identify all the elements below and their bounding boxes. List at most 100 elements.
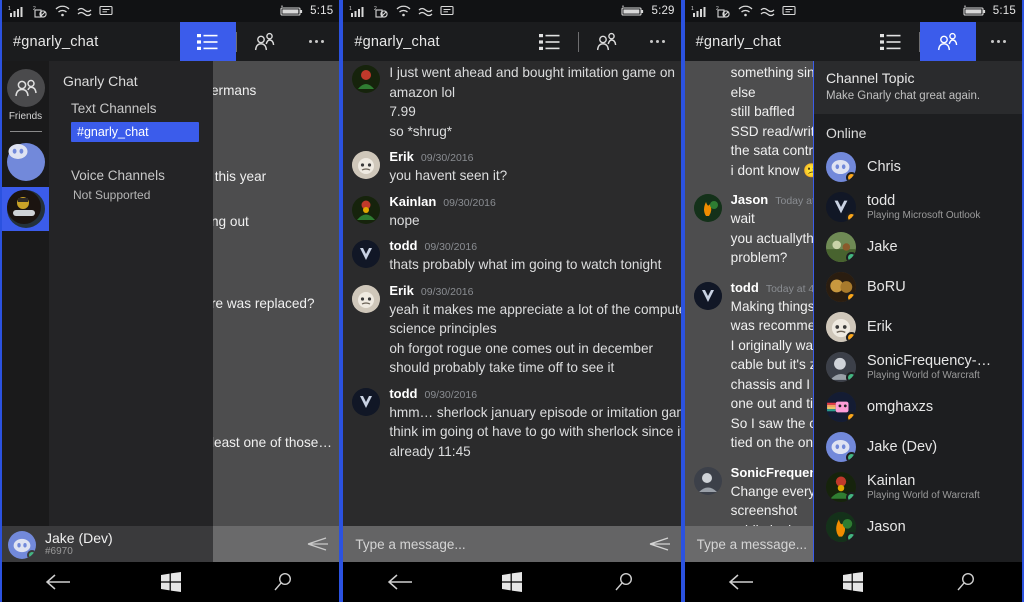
message-row: todd 09/30/2016 thats probably what im g…	[343, 232, 680, 277]
message-author: todd	[731, 280, 759, 295]
server-icon-gnarly-selected[interactable]	[2, 187, 49, 231]
member-name: BoRU	[867, 279, 906, 296]
overflow-menu-button[interactable]	[293, 22, 339, 61]
svg-text:1: 1	[349, 6, 352, 12]
message-text: yeah it makes me appreciate a lot of the…	[389, 300, 670, 320]
text-channels-header: Text Channels	[49, 99, 213, 120]
member-name: Jake	[867, 239, 898, 256]
message-timestamp: 09/30/2016	[443, 197, 496, 209]
message-text: 7.99	[389, 102, 670, 122]
member-list-button[interactable]	[920, 22, 976, 61]
friends-button[interactable]	[7, 69, 45, 107]
app-header: #gnarly_chat	[2, 22, 339, 61]
message-text: should probably take time off to see it	[389, 358, 670, 378]
nav-home-button[interactable]	[482, 572, 542, 592]
member-list-item[interactable]: todd Playing Microsoft Outlook	[814, 187, 1022, 227]
send-icon[interactable]	[649, 536, 671, 552]
message-input[interactable]	[355, 537, 648, 552]
channel-list-button[interactable]	[863, 22, 919, 61]
data-icon	[77, 5, 92, 17]
svg-text:1: 1	[8, 6, 11, 12]
current-user-name: Jake (Dev)	[45, 531, 113, 546]
channel-drawer: Friends	[2, 61, 213, 562]
nav-home-button[interactable]	[823, 572, 883, 592]
panel-body: something since else still baffled SSD r…	[685, 61, 1022, 562]
status-bar: 1 2	[343, 0, 680, 22]
back-arrow-icon	[387, 573, 413, 591]
avatar	[352, 240, 380, 268]
member-list-item[interactable]: Chris	[814, 147, 1022, 187]
panel-members: 1 2	[683, 0, 1024, 602]
system-nav-bar	[685, 562, 1022, 602]
people-icon	[253, 32, 277, 52]
member-list-item[interactable]: Erik	[814, 307, 1022, 347]
member-list-button[interactable]	[579, 22, 635, 61]
user-avatar-icon	[694, 282, 722, 310]
search-icon	[956, 572, 976, 592]
status-indicator-online	[846, 532, 856, 542]
member-list-item[interactable]: omghaxzs	[814, 387, 1022, 427]
channel-item-gnarly-chat[interactable]: #gnarly_chat	[71, 122, 199, 142]
channel-title: #gnarly_chat	[685, 22, 863, 61]
member-list-item[interactable]: Kainlan Playing World of Warcraft	[814, 467, 1022, 507]
windows-logo-icon	[502, 572, 522, 592]
svg-text:1: 1	[691, 6, 694, 12]
channel-title: #gnarly_chat	[343, 22, 521, 61]
member-name: Erik	[867, 319, 892, 336]
user-avatar-icon	[352, 196, 380, 224]
avatar	[826, 232, 856, 262]
member-list: Chris todd Playing Microsoft Outloo	[814, 147, 1022, 562]
member-list-item[interactable]: Jake (Dev)	[814, 427, 1022, 467]
member-name: Jake (Dev)	[867, 439, 937, 456]
channel-list-button[interactable]	[522, 22, 578, 61]
chat-area: I just went ahead and bought imitation g…	[343, 61, 680, 562]
message-author: todd	[389, 238, 417, 253]
nav-back-button[interactable]	[711, 573, 771, 591]
overflow-menu-button[interactable]	[976, 22, 1022, 61]
member-list-item[interactable]: Jason	[814, 507, 1022, 547]
message-list: I just went ahead and bought imitation g…	[343, 61, 680, 526]
member-name: SonicFrequency-…	[867, 353, 991, 370]
server-icon-discord[interactable]	[7, 143, 45, 181]
member-panel: Channel Topic Make Gnarly chat great aga…	[813, 61, 1022, 562]
avatar	[352, 388, 380, 416]
avatar	[826, 392, 856, 422]
avatar	[826, 432, 856, 462]
message-composer[interactable]	[343, 526, 680, 562]
server-avatar-icon	[7, 211, 41, 228]
channel-list-button[interactable]	[180, 22, 236, 61]
app-header: #gnarly_chat	[343, 22, 680, 61]
friends-label: Friends	[9, 111, 42, 122]
nav-back-button[interactable]	[370, 573, 430, 591]
message-timestamp: 09/30/2016	[424, 389, 477, 401]
clock: 5:15	[310, 5, 333, 17]
user-avatar-icon	[352, 388, 380, 416]
status-indicator-online	[846, 492, 856, 502]
sim-disabled-icon: 2	[374, 5, 389, 18]
status-indicator-idle	[846, 172, 856, 182]
channel-list: Gnarly Chat Text Channels #gnarly_chat V…	[49, 61, 213, 562]
sim-disabled-icon: 2	[716, 5, 731, 18]
wifi-icon	[396, 5, 411, 17]
windows-logo-icon	[843, 572, 863, 592]
signal-bars-icon: 1	[691, 5, 709, 18]
avatar	[826, 272, 856, 302]
nav-search-button[interactable]	[936, 572, 996, 592]
member-list-item[interactable]: Jake	[814, 227, 1022, 267]
overflow-menu-button[interactable]	[635, 22, 681, 61]
nav-search-button[interactable]	[253, 572, 313, 592]
send-icon[interactable]	[307, 536, 329, 552]
status-indicator-online	[846, 252, 856, 262]
avatar	[8, 531, 36, 559]
member-list-button[interactable]	[237, 22, 293, 61]
nav-search-button[interactable]	[594, 572, 654, 592]
nav-home-button[interactable]	[141, 572, 201, 592]
avatar	[826, 312, 856, 342]
message-text: oh forgot rogue one comes out in decembe…	[389, 339, 670, 359]
signal-bars-icon: 1	[8, 5, 26, 18]
member-list-item[interactable]: SonicFrequency-… Playing World of Warcra…	[814, 347, 1022, 387]
member-list-item[interactable]: BoRU	[814, 267, 1022, 307]
panel-channels: 1 2	[0, 0, 341, 602]
nav-back-button[interactable]	[28, 573, 88, 591]
current-user-bar[interactable]: Jake (Dev) #6970	[2, 526, 213, 562]
